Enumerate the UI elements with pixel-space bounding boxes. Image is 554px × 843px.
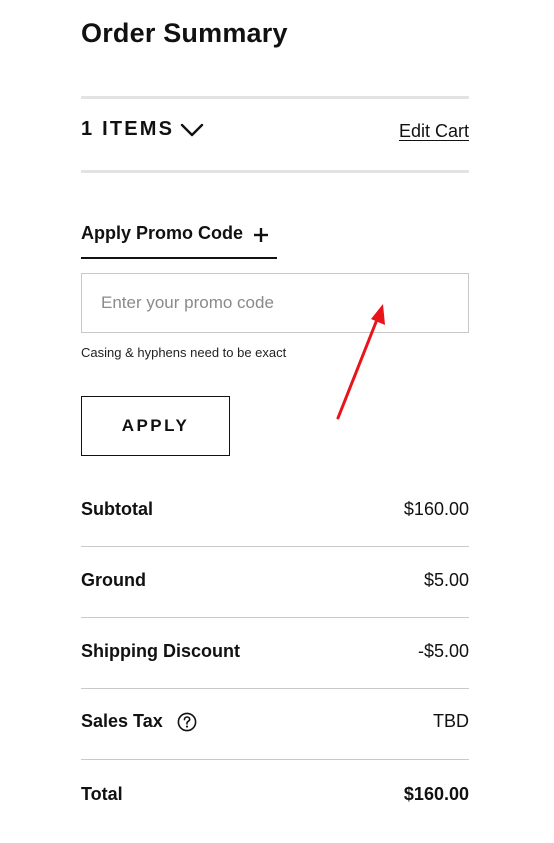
summary-label: Subtotal [81, 499, 153, 519]
plus-icon [254, 228, 269, 242]
summary-label: Ground [81, 570, 146, 590]
apply-button[interactable]: APPLY [81, 396, 230, 456]
summary-row-sales-tax: Sales Tax TBD [81, 711, 469, 741]
summary-row-shipping-discount: Shipping Discount -$5.00 [81, 641, 469, 671]
summary-label: Sales Tax [81, 711, 163, 731]
summary-value: TBD [433, 711, 469, 731]
summary-value: -$5.00 [417, 641, 469, 661]
summary-value: $5.00 [423, 570, 469, 590]
divider [81, 170, 469, 173]
summary-value: $160.00 [403, 784, 469, 804]
divider [81, 546, 469, 547]
summary-row-subtotal: Subtotal $160.00 [81, 499, 469, 529]
divider [81, 96, 469, 99]
items-count-label: 1 ITEMS [81, 118, 175, 140]
summary-label: Total [81, 784, 123, 804]
chevron-down-icon [181, 123, 204, 136]
apply-promo-toggle[interactable]: Apply Promo Code [81, 223, 277, 259]
promo-code-input[interactable] [81, 273, 469, 333]
divider [81, 759, 469, 760]
summary-label-wrap: Sales Tax [81, 711, 197, 732]
summary-label: Shipping Discount [81, 641, 240, 661]
annotation-arrow-head [371, 304, 385, 325]
page-title: Order Summary [81, 18, 288, 48]
help-circle-icon[interactable] [177, 712, 197, 732]
cart-items-row: 1 ITEMS Edit Cart [81, 118, 469, 148]
promo-hint-text: Casing & hyphens need to be exact [81, 345, 287, 360]
edit-cart-link[interactable]: Edit Cart [399, 121, 469, 142]
items-toggle[interactable]: 1 ITEMS [81, 118, 204, 141]
summary-value: $160.00 [403, 499, 469, 519]
apply-promo-label: Apply Promo Code [81, 223, 244, 243]
divider [81, 617, 469, 618]
summary-row-ground: Ground $5.00 [81, 570, 469, 600]
annotation-arrow-shaft [336, 310, 382, 420]
summary-row-total: Total $160.00 [81, 784, 469, 814]
annotation-arrow [336, 304, 385, 420]
divider [81, 688, 469, 689]
